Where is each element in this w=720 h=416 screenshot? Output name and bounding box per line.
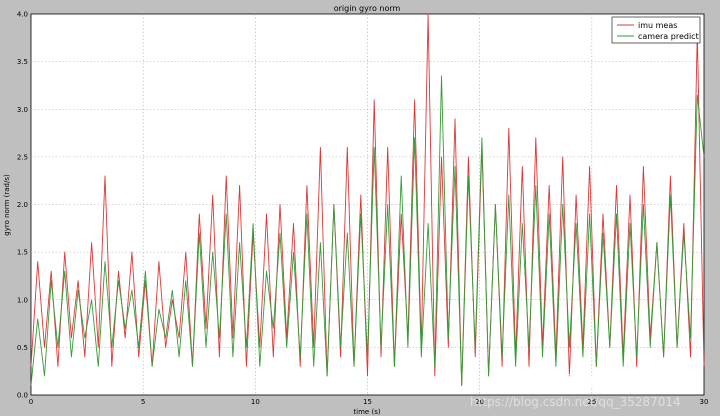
legend-label-1: camera predict (638, 32, 699, 41)
x-axis-label: time (s) (353, 408, 380, 416)
y-tick-label: 2.5 (17, 153, 28, 161)
y-tick-label: 3.0 (17, 106, 28, 114)
y-axis-label: gyro norm (rad/s) (3, 174, 11, 236)
x-tick-label: 0 (29, 398, 33, 406)
y-tick-label: 2.0 (17, 201, 28, 209)
x-tick-label: 5 (141, 398, 145, 406)
chart-title: origin gyro norm (334, 4, 401, 13)
y-tick-label: 1.0 (17, 296, 28, 304)
y-tick-label: 4.0 (17, 11, 28, 19)
watermark-url-text: https://blog.csdn.net/qq_35287014 (470, 395, 681, 409)
legend: imu meas camera predict (611, 16, 701, 44)
x-tick-label: 10 (251, 398, 260, 406)
x-tick-label: 30 (700, 398, 709, 406)
y-tick-label: 0.5 (17, 344, 28, 352)
watermark-logo-text: 知乎 @黄源Bjergsen (505, 372, 680, 393)
y-tick-label: 1.5 (17, 249, 28, 257)
x-tick-label: 15 (363, 398, 372, 406)
y-tick-label: 3.5 (17, 58, 28, 66)
legend-label-0: imu meas (638, 21, 677, 30)
chart-figure: origin gyro norm time (s) gyro norm (rad… (3, 4, 709, 416)
y-tick-label: 0.0 (17, 392, 28, 400)
